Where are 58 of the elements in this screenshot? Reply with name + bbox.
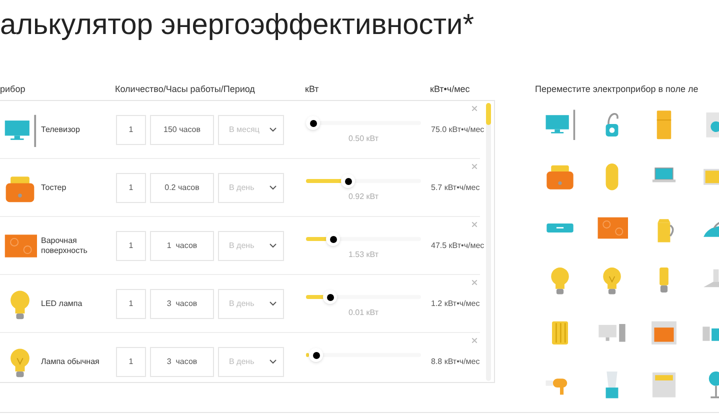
power-value: 0.92 кВт [348, 191, 379, 201]
chevron-down-icon [269, 185, 277, 190]
scrollbar-thumb[interactable] [486, 103, 491, 125]
period-value: В день [229, 298, 254, 310]
close-icon[interactable] [472, 106, 477, 111]
hours-field[interactable]: 3 часов [150, 288, 214, 318]
column-header: рибор [0, 84, 26, 94]
device-name: LED лампа [41, 298, 82, 308]
period-value: В день [229, 182, 254, 194]
quantity-field[interactable]: 1 [116, 346, 146, 376]
slider-thumb[interactable] [326, 232, 340, 246]
device-name: Лампа обычная [41, 356, 100, 366]
power-value: 1.53 кВт [348, 249, 379, 259]
device-name: Тостер [41, 182, 66, 192]
monthly-consumption: 47.5 кВт•ч/мес [431, 240, 484, 250]
hours-field[interactable]: 1 часов [150, 230, 214, 260]
hours-field[interactable]: 0.2 часов [150, 172, 214, 202]
power-slider[interactable] [306, 290, 421, 304]
monthly-consumption: 75.0 кВт•ч/мес [431, 124, 484, 134]
period-value: В день [229, 356, 254, 368]
slider-thumb[interactable] [306, 116, 320, 130]
device-name: Телевизор [41, 124, 80, 134]
quantity-field[interactable]: 1 [116, 172, 146, 202]
close-icon[interactable] [472, 164, 477, 169]
chevron-down-icon [269, 301, 277, 306]
scrollbar-track[interactable] [486, 103, 491, 381]
power-value: 0.01 кВт [348, 307, 379, 317]
quantity-field[interactable]: 1 [116, 114, 146, 144]
tv-icon [3, 112, 37, 146]
power-slider[interactable] [306, 232, 421, 246]
slider-thumb[interactable] [309, 348, 324, 362]
chevron-down-icon [269, 243, 277, 248]
column-header: кВт•ч/мес [430, 84, 470, 94]
power-slider[interactable] [306, 348, 421, 362]
chevron-down-icon [269, 359, 277, 364]
quantity-field[interactable]: 1 [116, 230, 146, 260]
monthly-consumption: 1.2 кВт•ч/мес [431, 298, 480, 308]
instruction-text: Переместите электроприбор в поле ле [535, 83, 698, 96]
period-value: В месяц [229, 124, 260, 136]
column-header: кВт [305, 84, 319, 94]
power-slider[interactable] [306, 174, 421, 188]
close-icon[interactable] [472, 280, 477, 285]
column-header: Количество/Часы работы/Период [115, 84, 255, 94]
tv-icon[interactable] [544, 108, 576, 140]
close-icon[interactable] [472, 222, 477, 227]
hours-field[interactable]: 3 часов [150, 346, 214, 376]
page-title: алькулятор энергоэффективности* [0, 8, 474, 43]
device-name: Варочная поверхность [41, 236, 88, 254]
period-value: В день [229, 240, 254, 252]
close-icon[interactable] [472, 338, 477, 343]
quantity-field[interactable]: 1 [116, 288, 146, 318]
chevron-down-icon [269, 127, 277, 132]
slider-thumb[interactable] [341, 174, 356, 188]
monthly-consumption: 5.7 кВт•ч/мес [431, 182, 480, 192]
hours-field[interactable]: 150 часов [150, 114, 214, 144]
slider-thumb[interactable] [323, 290, 338, 304]
monthly-consumption: 8.8 кВт•ч/мес [431, 356, 480, 366]
power-value: 0.50 кВт [348, 133, 379, 143]
